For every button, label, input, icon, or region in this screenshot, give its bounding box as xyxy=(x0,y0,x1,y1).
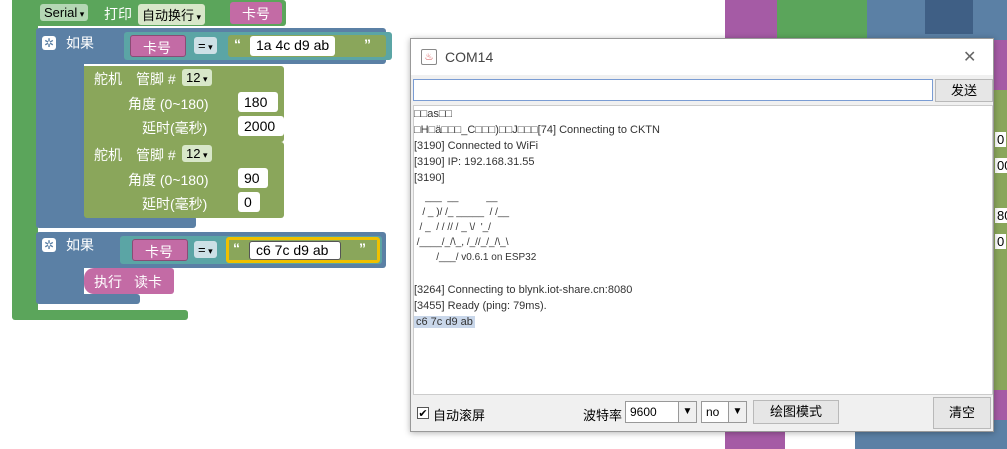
card-var-label: 卡号 xyxy=(242,6,270,22)
clear-button[interactable]: 清空 xyxy=(933,397,991,429)
window-title: COM14 xyxy=(445,49,494,65)
pin-dropdown[interactable]: 12 xyxy=(182,69,212,86)
pin-label: 管脚 # xyxy=(136,71,176,87)
output-line: [3190] IP: 192.168.31.55 xyxy=(414,156,535,168)
title-bar[interactable]: ♨ COM14 ✕ xyxy=(411,39,993,75)
output-line: [3264] Connecting to blynk.iot-share.cn:… xyxy=(414,284,633,296)
pin-label: 管脚 # xyxy=(136,147,176,163)
if-block-1-body-rail xyxy=(36,62,84,222)
quote-close: ” xyxy=(359,240,366,256)
baud-label: 波特率 xyxy=(583,408,623,423)
quote-open: “ xyxy=(234,36,241,52)
blynk-logo: ___ __ __ / _ )/ /_ _____ / /__ / _ / / … xyxy=(416,192,537,263)
servo-block-1[interactable]: 舵机 管脚 # 12 角度 (0~180) 180 延时(毫秒) 2000 xyxy=(84,66,284,142)
text-block-1[interactable]: “ 1a 4c d9 ab ” xyxy=(228,35,386,57)
card-var-block[interactable]: 卡号 xyxy=(132,239,188,261)
right-edge-label-4: 0 xyxy=(995,234,1007,249)
operator-dropdown[interactable]: = xyxy=(194,241,217,258)
output-line: [3190] Connected to WiFi xyxy=(414,140,539,152)
right-edge-label-2: 00 xyxy=(995,158,1007,173)
if-block-1[interactable]: ✲ 如果 卡号 = “ 1a 4c d9 ab ” xyxy=(36,28,392,64)
bottom-bar: ✔ 自动滚屏 波特率 9600 ▼ no ▼ 绘图模式 清空 xyxy=(411,397,993,431)
send-button[interactable]: 发送 xyxy=(935,79,993,102)
main-block-rail xyxy=(12,0,38,320)
compare-block-2[interactable]: 卡号 = “ c6 7c d9 ab ” xyxy=(120,236,382,264)
serial-monitor-window[interactable]: ♨ COM14 ✕ 发送 □□as□□ □H□ä□□□_C□□□)□□J□□□[… xyxy=(410,38,994,432)
newline-dropdown[interactable]: 自动换行 xyxy=(138,4,206,25)
gear-icon[interactable]: ✲ xyxy=(42,36,56,50)
compare-block-1[interactable]: 卡号 = “ 1a 4c d9 ab ” xyxy=(124,32,392,60)
delay-label: 延时(毫秒) xyxy=(142,120,208,136)
autoscroll-checkbox[interactable]: ✔ xyxy=(417,407,429,420)
card-var-label: 卡号 xyxy=(145,244,173,260)
text-value-1[interactable]: 1a 4c d9 ab xyxy=(250,36,336,56)
angle-label: 角度 (0~180) xyxy=(128,172,209,188)
close-icon[interactable]: ✕ xyxy=(963,47,976,67)
servo-title: 舵机 xyxy=(94,71,122,87)
gear-icon[interactable]: ✲ xyxy=(42,238,56,252)
if-block-2[interactable]: ✲ 如果 卡号 = “ c6 7c d9 ab ” xyxy=(36,232,386,268)
autoscroll-label: 自动滚屏 xyxy=(433,408,486,423)
baud-value: 9600 xyxy=(630,405,657,419)
right-edge-label-1: 0 xyxy=(995,132,1007,147)
card-var-block[interactable]: 卡号 xyxy=(230,2,282,24)
output-line-selected: c6 7c d9 ab xyxy=(414,316,475,328)
workspace[interactable]: Serial 打印 自动换行 卡号 ✲ 如果 卡号 = “ 1a 4c d9 a… xyxy=(0,0,410,449)
main-block-bottom xyxy=(12,310,188,320)
green-block-bg xyxy=(777,0,867,40)
if-label: 如果 xyxy=(66,35,94,51)
servo-block-2[interactable]: 舵机 管脚 # 12 角度 (0~180) 90 延时(毫秒) 0 xyxy=(84,142,284,218)
angle-field[interactable]: 90 xyxy=(238,168,268,188)
serial-dropdown[interactable]: Serial xyxy=(40,4,89,21)
card-var-label: 卡号 xyxy=(143,40,171,56)
output-area[interactable]: □□as□□ □H□ä□□□_C□□□)□□J□□□[74] Connectin… xyxy=(413,105,993,395)
serial-print-block[interactable]: Serial 打印 自动换行 卡号 xyxy=(34,0,286,26)
chevron-down-icon: ▼ xyxy=(678,402,696,422)
quote-open: “ xyxy=(233,240,240,256)
delay-field[interactable]: 2000 xyxy=(238,116,284,136)
call-name: 读卡 xyxy=(134,274,162,290)
operator-dropdown[interactable]: = xyxy=(194,37,217,54)
if-label: 如果 xyxy=(66,237,94,253)
send-input[interactable] xyxy=(413,79,933,101)
java-app-icon: ♨ xyxy=(421,49,437,65)
delay-label: 延时(毫秒) xyxy=(142,196,208,212)
angle-field[interactable]: 180 xyxy=(238,92,278,112)
chevron-down-icon: ▼ xyxy=(728,402,746,422)
output-line: □□as□□ xyxy=(414,108,453,120)
call-label: 执行 xyxy=(94,274,122,290)
line-ending-select[interactable]: no ▼ xyxy=(701,401,747,423)
delay-field[interactable]: 0 xyxy=(238,192,260,212)
procedure-call-block[interactable]: 执行 读卡 xyxy=(84,268,174,294)
blue-block-bg-2 xyxy=(925,0,973,34)
pin-dropdown[interactable]: 12 xyxy=(182,145,212,162)
card-var-block[interactable]: 卡号 xyxy=(130,35,186,57)
plot-mode-button[interactable]: 绘图模式 xyxy=(753,400,839,424)
quote-close: ” xyxy=(364,36,371,52)
servo-title: 舵机 xyxy=(94,147,122,163)
purple-block-bg xyxy=(725,0,777,40)
text-value-2[interactable]: c6 7c d9 ab xyxy=(249,241,341,260)
line-ending-value: no xyxy=(706,405,720,419)
output-line: □H□ä□□□_C□□□)□□J□□□[74] Connecting to CK… xyxy=(414,124,660,136)
print-label: 打印 xyxy=(104,6,132,22)
baud-select[interactable]: 9600 ▼ xyxy=(625,401,697,423)
text-block-2[interactable]: “ c6 7c d9 ab ” xyxy=(226,237,380,263)
output-line: [3455] Ready (ping: 79ms). xyxy=(414,300,547,312)
right-edge-label-3: 80 xyxy=(995,208,1007,223)
if-block-2-bottom xyxy=(36,294,140,304)
output-line: [3190] xyxy=(414,172,445,184)
angle-label: 角度 (0~180) xyxy=(128,96,209,112)
